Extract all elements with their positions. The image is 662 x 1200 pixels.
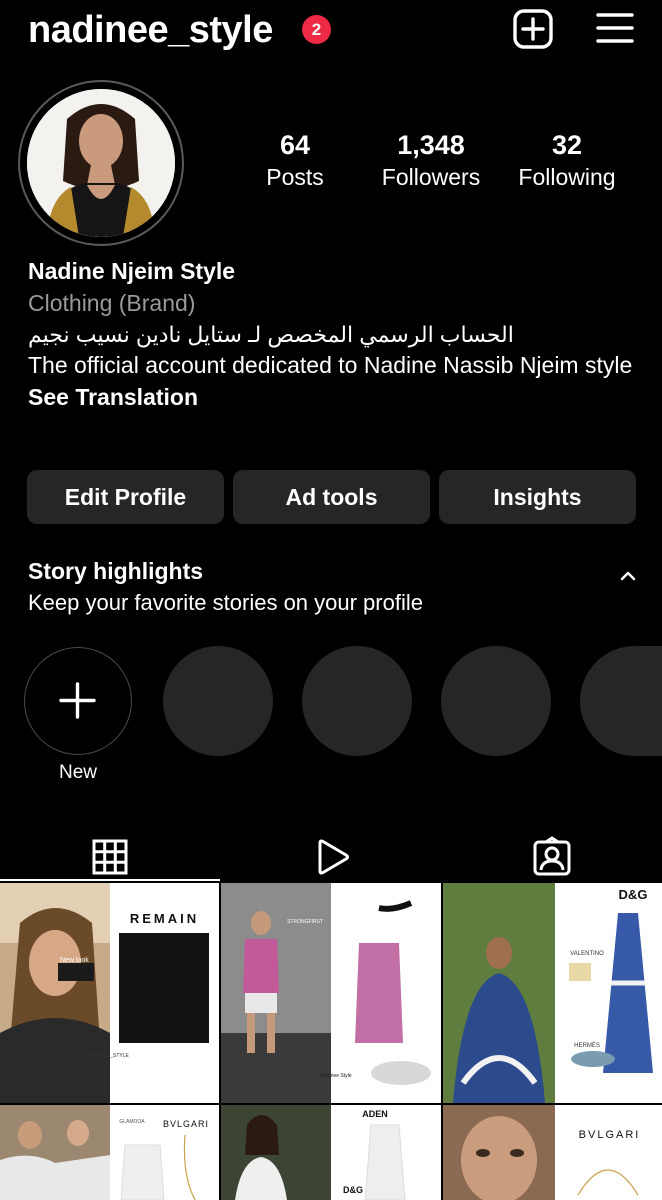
bio-english-line: The official account dedicated to Nadine… — [28, 352, 633, 378]
profile-bio: Nadine Njeim Style Clothing (Brand) الحس… — [28, 255, 638, 413]
plus-square-icon[interactable] — [512, 8, 554, 50]
story-highlights-title[interactable]: Story highlights — [28, 556, 203, 586]
chevron-up-icon[interactable] — [618, 566, 638, 586]
post-brand-label: ADEN — [362, 1109, 388, 1119]
post-brand-label: D&G — [618, 887, 648, 902]
post-caption-label: New look — [60, 957, 89, 964]
post-overlay-label: NADINEE_STYLE — [88, 1053, 129, 1059]
highlight-placeholder — [580, 646, 662, 756]
post-sub-brand-label: D&G — [343, 1185, 363, 1195]
following-stat[interactable]: 32 Following — [508, 128, 626, 192]
followers-label: Followers — [381, 164, 481, 190]
insights-button[interactable]: Insights — [439, 470, 636, 524]
plus-icon — [59, 682, 96, 719]
followers-count: 1,348 — [397, 130, 465, 160]
active-tab-indicator — [0, 879, 220, 881]
ad-tools-button[interactable]: Ad tools — [233, 470, 430, 524]
bio-arabic-line: الحساب الرسمي المخصص لـ ستايل نادين نسيب… — [28, 322, 514, 347]
highlight-placeholder — [302, 646, 412, 756]
post-sub-brand-label: GLAMOOA — [119, 1119, 145, 1125]
post-sub-brand-label: VALENTINO — [570, 951, 604, 957]
post-overlay-label: Nadinee Style — [320, 1073, 352, 1079]
avatar[interactable] — [27, 89, 175, 237]
reels-play-icon[interactable] — [313, 826, 351, 888]
category-label: Clothing (Brand) — [28, 290, 196, 316]
new-highlight-button[interactable] — [24, 647, 132, 755]
following-count: 32 — [551, 130, 583, 160]
hamburger-menu-icon[interactable] — [596, 10, 634, 46]
post-brand-label: BVLGARI — [578, 1129, 641, 1141]
post-brand-label: BVLGARI — [162, 1119, 209, 1129]
following-label: Following — [518, 164, 616, 190]
posts-stat[interactable]: 64 Posts — [250, 128, 340, 192]
post-thumbnail[interactable]: ADEN D&G — [221, 1105, 441, 1200]
posts-label: Posts — [266, 164, 324, 190]
post-thumbnail[interactable]: REMAIN New look NADINEE_STYLE — [0, 883, 219, 1103]
tagged-person-icon[interactable] — [532, 826, 572, 888]
profile-header: nadinee_style 2 — [0, 0, 662, 64]
post-thumbnail[interactable]: BVLGARI — [443, 1105, 662, 1200]
posts-count: 64 — [279, 130, 311, 160]
post-thumbnail[interactable]: BVLGARI GLAMOOA — [0, 1105, 219, 1200]
post-brand-label: REMAIN — [129, 911, 200, 926]
post-thumbnail[interactable]: STRONGFIRST Nadinee Style — [221, 883, 441, 1103]
display-name: Nadine Njeim Style — [28, 258, 236, 284]
post-sub-brand-label: HERMÈS — [574, 1043, 600, 1049]
story-highlights-subtitle: Keep your favorite stories on your profi… — [28, 590, 423, 615]
username-switcher[interactable]: nadinee_style — [28, 8, 273, 52]
see-translation-link[interactable]: See Translation — [28, 381, 638, 413]
highlight-placeholder — [163, 646, 273, 756]
post-brand-label: STRONGFIRST — [287, 919, 323, 925]
post-thumbnail[interactable]: D&G VALENTINO HERMÈS — [443, 883, 662, 1103]
followers-stat[interactable]: 1,348 Followers — [370, 128, 492, 192]
highlight-placeholder — [441, 646, 551, 756]
notification-badge[interactable]: 2 — [302, 15, 331, 44]
new-highlight-label: New — [58, 762, 97, 783]
posts-grid: REMAIN New look NADINEE_STYLE STRONGFIRS… — [0, 883, 662, 1200]
edit-profile-button[interactable]: Edit Profile — [27, 470, 224, 524]
